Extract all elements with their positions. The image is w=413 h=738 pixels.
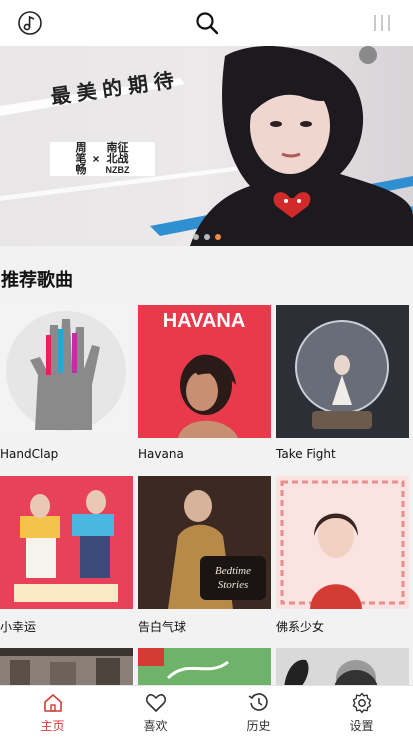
home-icon (42, 692, 64, 714)
svg-text:Bedtime: Bedtime (215, 565, 251, 577)
tab-label: 主页 (40, 719, 65, 733)
song-card[interactable]: 小幸运 (0, 476, 133, 634)
tab-history[interactable]: 历史 (207, 686, 310, 738)
album-cover[interactable] (276, 305, 409, 438)
song-title: Havana (138, 447, 184, 461)
history-icon (248, 692, 270, 714)
song-title: 告白气球 (138, 620, 187, 634)
banner-floating-dot (359, 46, 377, 64)
album-cover[interactable] (0, 305, 133, 438)
tab-home[interactable]: 主页 (1, 686, 104, 738)
song-title: 佛系少女 (276, 620, 325, 634)
album-cover[interactable] (276, 648, 409, 688)
tab-favorites[interactable]: 喜欢 (104, 686, 207, 738)
search-icon[interactable] (190, 0, 224, 46)
song-card[interactable]: HAVANA Havana (138, 305, 271, 461)
banner-artist-card: 周 笔 畅 × 南征 北战 NZBZ (50, 142, 155, 176)
artist-a-line: 周 (75, 141, 87, 154)
carousel-dot-active[interactable] (215, 234, 221, 240)
song-card[interactable] (0, 648, 133, 688)
artist-b: 南征 北战 NZBZ (105, 141, 130, 176)
tab-label: 历史 (246, 719, 271, 733)
song-card[interactable]: Bedtime Stories 告白气球 (138, 476, 271, 634)
menu-bars-icon[interactable] (366, 0, 398, 46)
svg-text:Stories: Stories (218, 579, 249, 591)
artist-a-line: 笔 (75, 152, 87, 165)
svg-text:HAVANA: HAVANA (163, 310, 246, 332)
album-cover[interactable] (276, 476, 409, 609)
song-card[interactable] (138, 648, 271, 688)
carousel-dot[interactable] (204, 234, 210, 240)
song-card[interactable]: 佛系少女 (276, 476, 409, 634)
artist-b-line: 北战 (106, 152, 129, 165)
song-card[interactable] (276, 648, 409, 688)
album-cover[interactable]: Bedtime Stories (138, 476, 271, 609)
section-title: 推荐歌曲 (1, 270, 73, 291)
song-card[interactable]: Take Fight (276, 305, 409, 461)
album-cover[interactable] (0, 648, 133, 688)
bottom-tab-bar: 主页 喜欢 历史 设置 (0, 685, 413, 738)
music-note-circle-icon[interactable] (14, 0, 46, 46)
tab-label: 设置 (349, 719, 374, 733)
song-title: Take Fight (276, 447, 336, 461)
artist-a-line: 畅 (75, 163, 87, 176)
song-title: 小幸运 (0, 620, 37, 634)
album-cover[interactable] (138, 648, 271, 688)
banner-carousel[interactable]: 最美的期待 周 笔 畅 × 南征 北战 NZBZ (0, 46, 413, 246)
artist-b-line: NZBZ (105, 164, 130, 175)
gear-icon (351, 692, 373, 714)
collab-x: × (92, 152, 100, 166)
artist-a: 周 笔 畅 (75, 141, 87, 176)
top-bar (0, 0, 413, 46)
carousel-indicator (193, 234, 221, 240)
tab-settings[interactable]: 设置 (310, 686, 413, 738)
album-cover[interactable]: HAVANA (138, 305, 271, 438)
song-title: HandClap (0, 447, 59, 461)
heart-icon (145, 692, 167, 714)
carousel-dot[interactable] (193, 234, 199, 240)
artist-b-line: 南征 (106, 141, 129, 154)
album-cover[interactable] (0, 476, 133, 609)
tab-label: 喜欢 (143, 719, 168, 733)
song-card[interactable]: HandClap (0, 305, 133, 461)
